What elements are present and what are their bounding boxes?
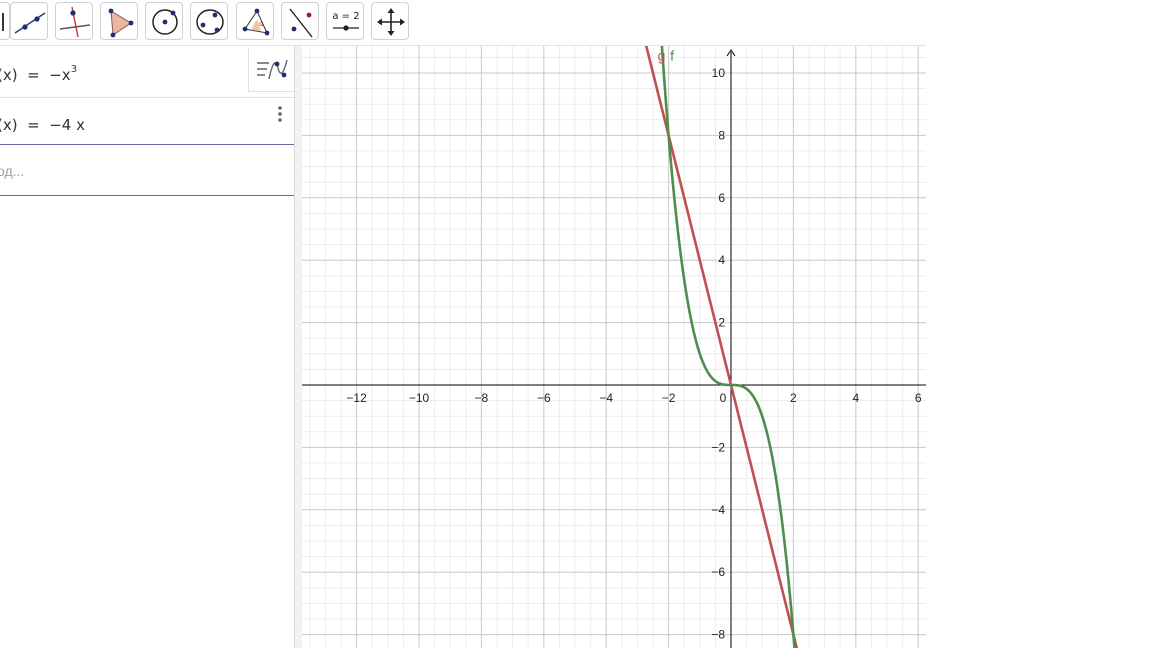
x-tick-label: −6 [537, 391, 551, 405]
x-tick-label: −12 [346, 391, 367, 405]
y-tick-label: 2 [718, 316, 725, 330]
x-tick-label: −10 [409, 391, 430, 405]
graph-label-g: g [658, 48, 666, 64]
x-tick-label: −4 [599, 391, 613, 405]
x-tick-label: −2 [662, 391, 676, 405]
x-tick-label: 4 [852, 391, 859, 405]
y-tick-label: 6 [718, 191, 725, 205]
slider-tool[interactable]: a = 2 [326, 2, 364, 40]
grid-minor [302, 46, 926, 648]
move-view-icon [377, 8, 405, 36]
algebra-input-row[interactable]: од... [0, 145, 294, 196]
grid-major [302, 46, 926, 648]
more-options-icon[interactable] [274, 104, 286, 124]
graphics-view[interactable]: −12 −10 −8 −6 −4 −2 0 2 4 6 −8 −6 −4 −2 2 4 6 8 10 g f [302, 46, 926, 648]
perpendicular-line-icon [59, 6, 91, 38]
polygon-tool[interactable] [100, 2, 138, 40]
reflect-about-line-icon [289, 8, 313, 38]
algebra-input-placeholder: од... [0, 163, 25, 179]
slider-icon: a = 2 [332, 11, 360, 31]
y-tick-label: −8 [711, 628, 725, 642]
x-tick-label: 0 [720, 391, 727, 405]
axes [302, 49, 926, 648]
x-tick-label: 2 [790, 391, 797, 405]
perpendicular-line-tool[interactable] [55, 2, 93, 40]
algebra-row-g[interactable]: (x) = −4 x [0, 98, 294, 145]
y-tick-label: −6 [711, 565, 725, 579]
algebra-expression-f[interactable]: (x) = −x3 [0, 64, 77, 84]
algebra-expression-g[interactable]: (x) = −4 x [0, 116, 85, 134]
graph-label-f: f [670, 48, 674, 64]
algebra-view: (x) = −x3 (x) = −4 x од... [0, 46, 294, 648]
circle-center-point-icon [152, 9, 178, 35]
angle-icon: α [242, 8, 270, 36]
graph-f[interactable] [660, 46, 797, 648]
line-through-two-points-icon [14, 12, 46, 34]
polygon-icon [108, 8, 134, 38]
reflect-tool[interactable] [281, 2, 319, 40]
svg-text:α: α [259, 20, 264, 28]
toolbar: α a = 2 [0, 0, 926, 46]
y-tick-label: 8 [718, 128, 725, 142]
circle-three-points-icon [196, 9, 224, 35]
y-tick-label: 10 [712, 66, 726, 80]
graph-style-icon [257, 59, 288, 80]
move-tool[interactable] [0, 2, 10, 40]
y-tick-label: 4 [718, 253, 725, 267]
circle-three-points-tool[interactable] [190, 2, 228, 40]
geogebra-app: α a = 2 (x) = −x3 (x) = −4 x од... −12 −… [0, 0, 926, 648]
x-tick-label: −8 [475, 391, 489, 405]
x-tick-label: 6 [915, 391, 922, 405]
view-splitter[interactable] [294, 46, 302, 648]
move-graphics-view-tool[interactable] [371, 2, 409, 40]
slider-tool-label: a = 2 [332, 11, 359, 22]
line-tool[interactable] [10, 2, 48, 40]
y-tick-label: −4 [711, 503, 725, 517]
angle-tool[interactable]: α [236, 2, 274, 40]
circle-center-point-tool[interactable] [145, 2, 183, 40]
algebra-style-button[interactable] [248, 48, 294, 92]
y-tick-label: −2 [711, 440, 725, 454]
